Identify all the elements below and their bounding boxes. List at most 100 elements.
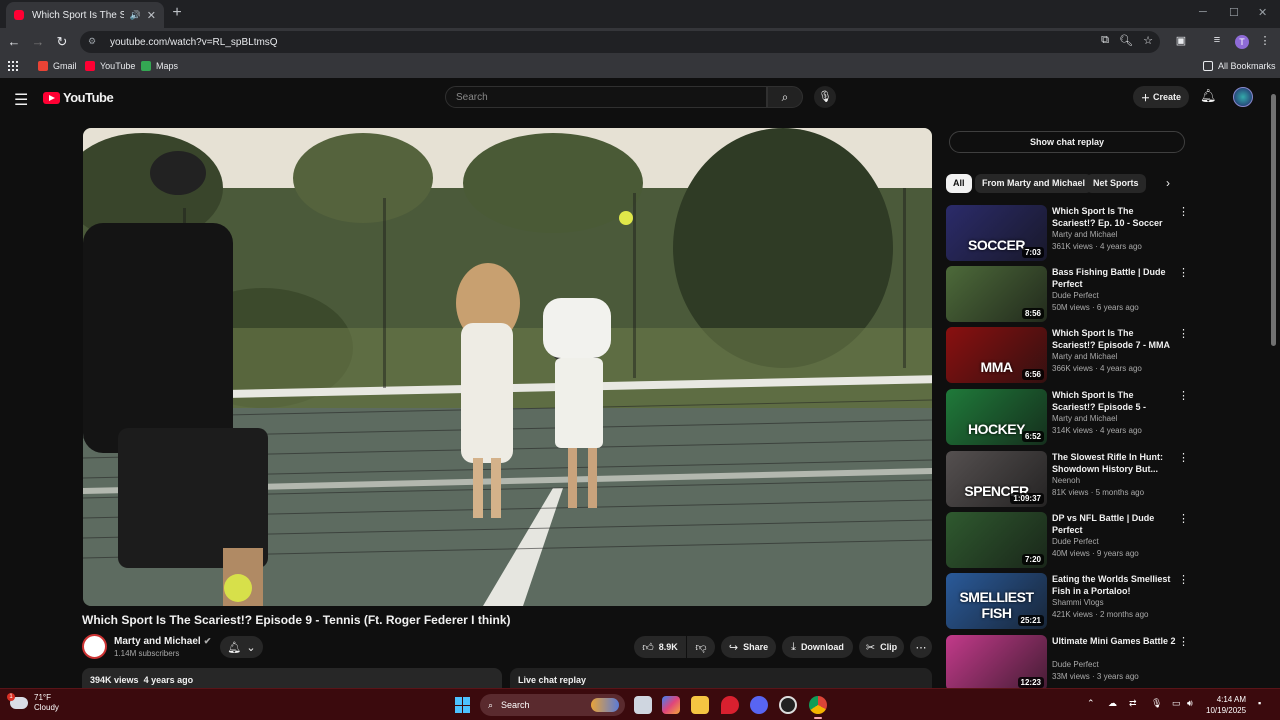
voice-search-button[interactable]: 🎙︎ xyxy=(814,86,836,108)
more-vertical-icon[interactable]: ⋮ xyxy=(1178,266,1189,279)
recommendation-item[interactable]: 7:20 DP vs NFL Battle | Dude Perfect Dude … xyxy=(946,512,1189,568)
profile-avatar[interactable]: T xyxy=(1235,35,1249,49)
zoom-icon[interactable]: 🔍︎ xyxy=(1118,34,1134,47)
onedrive-icon[interactable]: ☁ xyxy=(1108,698,1117,709)
notification-center-icon[interactable]: ▪ xyxy=(1258,698,1261,708)
recommendation-item[interactable]: SOCCER 7:03 Which Sport Is The Scariest!? … xyxy=(946,205,1189,261)
more-vertical-icon[interactable]: ⋮ xyxy=(1178,635,1189,648)
recommendation-title[interactable]: Which Sport Is The Scariest!? Episode 5 … xyxy=(1052,389,1176,413)
speaker-icon[interactable]: 🔊 xyxy=(130,10,141,21)
game-app-icon[interactable] xyxy=(779,696,797,714)
show-hidden-icons-icon[interactable]: ⌃ xyxy=(1087,698,1095,709)
bookmark-maps[interactable]: Maps xyxy=(141,61,178,71)
bookmark-youtube[interactable]: YouTube xyxy=(85,61,135,71)
task-view-icon[interactable] xyxy=(634,696,652,714)
bookmark-star-icon[interactable]: ☆ xyxy=(1140,34,1156,47)
all-bookmarks[interactable]: All Bookmarks xyxy=(1203,61,1276,71)
recommendation-item[interactable]: MMA 6:56 Which Sport Is The Scariest!? Epi… xyxy=(946,327,1189,383)
chip-net-sports[interactable]: Net Sports xyxy=(1086,174,1146,193)
recommendation-title[interactable]: Ultimate Mini Games Battle 2 xyxy=(1052,635,1176,647)
volume-icon[interactable]: 🔊︎ xyxy=(1187,698,1193,709)
network-icon[interactable]: ▭ xyxy=(1172,698,1181,709)
search-input[interactable]: Search xyxy=(445,86,767,108)
channel-avatar[interactable] xyxy=(82,634,107,659)
hamburger-menu-icon[interactable]: ☰ xyxy=(14,90,28,110)
video-thumbnail[interactable]: SPENCER 1:09:37 xyxy=(946,451,1047,507)
chevron-right-icon[interactable]: › xyxy=(1166,176,1170,190)
recommendation-item[interactable]: 12:23 Ultimate Mini Games Battle 2 Dude Pe… xyxy=(946,635,1189,688)
video-player[interactable] xyxy=(83,128,932,606)
video-thumbnail[interactable]: SMELLIEST FISH 25:21 xyxy=(946,573,1047,629)
chip-from-channel[interactable]: From Marty and Michael xyxy=(975,174,1093,193)
page-scrollbar[interactable] xyxy=(1271,94,1276,346)
file-explorer-icon[interactable] xyxy=(691,696,709,714)
more-vertical-icon[interactable]: ⋮ xyxy=(1178,512,1189,525)
new-tab-button[interactable]: + xyxy=(170,4,184,22)
microphone-icon[interactable]: 🎙︎ xyxy=(1151,698,1162,709)
system-clock[interactable]: 4:14 AM 10/19/2025 xyxy=(1206,694,1246,716)
more-vertical-icon[interactable]: ⋮ xyxy=(1178,573,1189,586)
weather-widget[interactable]: 1 71°F Cloudy xyxy=(7,693,59,713)
search-button[interactable]: ⌕ xyxy=(767,86,803,108)
notification-subscribe-button[interactable]: 🔔︎ ⌄ xyxy=(220,636,263,658)
browser-tab-active[interactable]: Which Sport Is The Scariest!? Episode 9 … xyxy=(6,2,164,28)
bookmark-gmail[interactable]: Gmail xyxy=(38,61,77,71)
recommendation-item[interactable]: HOCKEY 6:52 Which Sport Is The Scariest!? … xyxy=(946,389,1189,445)
recommendation-item[interactable]: 8:56 Bass Fishing Battle | Dude Perfect Du… xyxy=(946,266,1189,322)
maps-pin-icon[interactable] xyxy=(721,696,739,714)
recommendation-title[interactable]: DP vs NFL Battle | Dude Perfect xyxy=(1052,512,1176,536)
apps-grid-icon[interactable] xyxy=(8,61,18,71)
download-button[interactable]: ⤓ Download xyxy=(782,636,853,658)
browser-menu-icon[interactable]: ⋮ xyxy=(1257,34,1273,47)
forward-icon[interactable]: → xyxy=(30,34,46,49)
recommendation-title[interactable]: Which Sport Is The Scariest!? Ep. 10 - S… xyxy=(1052,205,1176,229)
youtube-logo[interactable]: YouTube xyxy=(43,90,114,105)
recommendation-item[interactable]: SPENCER 1:09:37 The Slowest Rifle In Hunt:… xyxy=(946,451,1189,507)
more-vertical-icon[interactable]: ⋮ xyxy=(1178,389,1189,402)
channel-name[interactable]: Marty and Michael ✔ xyxy=(114,636,211,647)
copilot-icon[interactable] xyxy=(662,696,680,714)
dislike-button[interactable]: 👎︎ xyxy=(687,636,715,658)
more-actions-button[interactable]: ⋯ xyxy=(910,636,932,658)
recommendation-title[interactable]: Bass Fishing Battle | Dude Perfect xyxy=(1052,266,1176,290)
user-avatar[interactable] xyxy=(1233,87,1253,107)
site-info-icon[interactable]: ⚙ xyxy=(88,36,100,48)
video-thumbnail[interactable]: 12:23 xyxy=(946,635,1047,688)
recommendation-channel[interactable]: Dude Perfect xyxy=(1052,660,1099,669)
clip-button[interactable]: ✂ Clip xyxy=(859,636,904,658)
recommendation-title[interactable]: Which Sport Is The Scariest!? Episode 7 … xyxy=(1052,327,1176,351)
recommendation-item[interactable]: SMELLIEST FISH 25:21 Eating the Worlds Sme… xyxy=(946,573,1189,629)
chip-all[interactable]: All xyxy=(946,174,972,193)
media-control-icon[interactable]: ≡ xyxy=(1209,34,1225,46)
description-box[interactable]: 394K views 4 years ago xyxy=(82,668,502,688)
close-tab-icon[interactable]: ✕ xyxy=(147,9,156,22)
close-window-icon[interactable]: ✕ xyxy=(1258,6,1267,19)
windows-start-icon[interactable] xyxy=(455,697,471,713)
sync-icon[interactable]: ⇄ xyxy=(1129,698,1137,709)
share-button[interactable]: ↪ Share xyxy=(721,636,776,658)
more-vertical-icon[interactable]: ⋮ xyxy=(1178,205,1189,218)
taskbar-search[interactable]: ⌕ Search xyxy=(480,694,625,716)
video-thumbnail[interactable]: 8:56 xyxy=(946,266,1047,322)
chrome-icon[interactable] xyxy=(809,696,827,719)
video-thumbnail[interactable]: HOCKEY 6:52 xyxy=(946,389,1047,445)
maximize-icon[interactable]: ☐ xyxy=(1229,6,1239,19)
video-thumbnail[interactable]: MMA 6:56 xyxy=(946,327,1047,383)
install-app-icon[interactable]: ⧉ xyxy=(1097,34,1113,47)
recommendation-channel[interactable]: Dude Perfect xyxy=(1052,291,1099,300)
notifications-bell-icon[interactable]: 🔔︎ xyxy=(1200,88,1217,104)
recommendation-channel[interactable]: Marty and Michael xyxy=(1052,414,1117,423)
video-thumbnail[interactable]: 7:20 xyxy=(946,512,1047,568)
address-bar[interactable]: ⚙ youtube.com/watch?v=RL_spBLtmsQ xyxy=(80,31,1160,53)
create-button[interactable]: ＋ Create xyxy=(1133,86,1189,108)
discord-icon[interactable] xyxy=(750,696,768,714)
minimize-icon[interactable]: ─ xyxy=(1199,6,1207,18)
show-chat-replay-button[interactable]: Show chat replay xyxy=(949,131,1185,153)
reload-icon[interactable]: ↻ xyxy=(54,34,70,50)
back-icon[interactable]: ← xyxy=(6,34,22,49)
recommendation-channel[interactable]: Marty and Michael xyxy=(1052,352,1117,361)
tab-search-icon[interactable]: ▣ xyxy=(1173,34,1189,47)
more-vertical-icon[interactable]: ⋮ xyxy=(1178,327,1189,340)
more-vertical-icon[interactable]: ⋮ xyxy=(1178,451,1189,464)
recommendation-title[interactable]: Eating the Worlds Smelliest Fish in a Po… xyxy=(1052,573,1176,597)
